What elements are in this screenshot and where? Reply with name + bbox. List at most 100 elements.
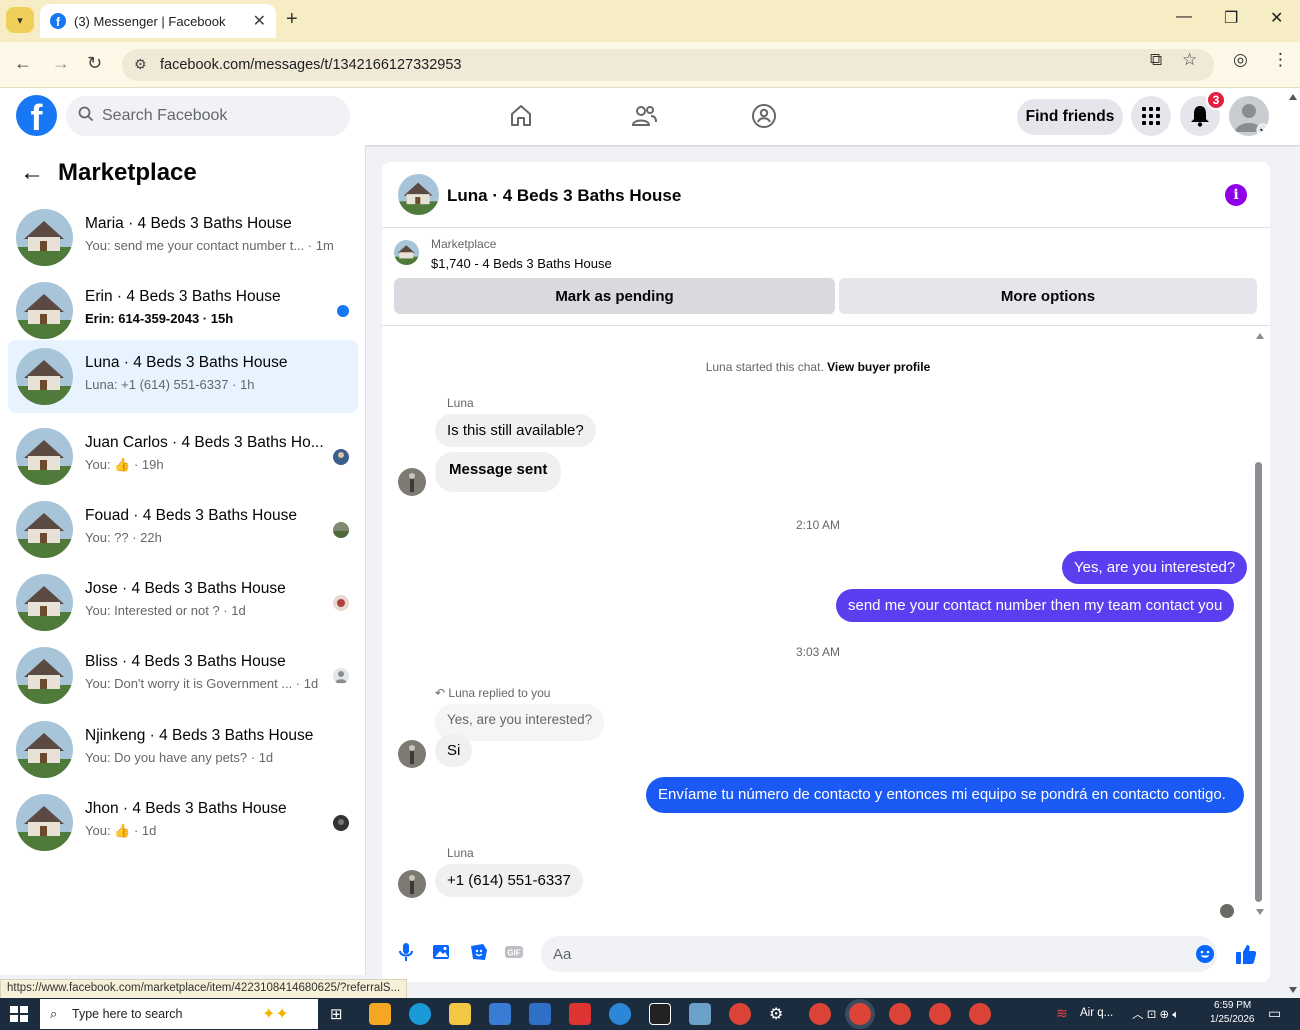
chrome-active-icon[interactable] [849, 1003, 871, 1025]
account-avatar[interactable] [1229, 96, 1269, 136]
page-scroll-up-icon[interactable] [1288, 93, 1298, 101]
system-tray-icons[interactable]: ︿ ⊡ ⊕ 🔈︎ [1132, 1006, 1179, 1022]
clock-time[interactable]: 6:59 PM [1214, 1000, 1251, 1011]
conversation-snippet: You: Interested or not ? · 1d [85, 603, 246, 618]
conversation-name: Erin · 4 Beds 3 Baths House [85, 288, 281, 305]
emoji-icon[interactable] [1195, 944, 1215, 964]
facebook-search-input[interactable]: Search Facebook [66, 96, 350, 136]
minimize-button[interactable]: — [1176, 8, 1192, 26]
file-explorer-icon[interactable] [449, 1003, 471, 1025]
site-info-icon[interactable]: ⚙ [134, 56, 147, 73]
chrome-icon[interactable] [969, 1003, 991, 1025]
conversation-item-erin[interactable]: Erin · 4 Beds 3 Baths House Erin: 614-35… [8, 274, 358, 347]
outgoing-message[interactable]: Envíame tu número de contacto y entonces… [646, 777, 1244, 813]
default-avatar-icon [1235, 104, 1269, 136]
sender-avatar[interactable] [398, 468, 426, 496]
browser-tab[interactable]: f (3) Messenger | Facebook ✕ [40, 4, 276, 38]
reply-notice-text: Luna replied to you [448, 686, 551, 700]
taskbar-search-input[interactable]: ⌕ Type here to search ✦✦ [40, 999, 318, 1029]
settings-gear-icon[interactable]: ⚙ [769, 1004, 783, 1024]
profile-icon[interactable]: ◎ [1233, 50, 1248, 70]
restore-button[interactable]: ❐ [1224, 8, 1238, 28]
weather-text[interactable]: Air q... [1080, 1007, 1113, 1019]
scroll-down-icon[interactable] [1255, 908, 1265, 916]
conversation-item-njinkeng[interactable]: Njinkeng · 4 Beds 3 Baths House You: Do … [8, 713, 358, 786]
copilot-icon[interactable] [369, 1003, 391, 1025]
clock-date[interactable]: 1/25/2026 [1210, 1014, 1255, 1025]
listing-price[interactable]: $1,740 - 4 Beds 3 Baths House [431, 256, 612, 271]
notification-badge: 3 [1206, 90, 1226, 110]
photo-icon[interactable] [432, 942, 452, 962]
sticker-icon[interactable] [469, 942, 489, 962]
mail-icon[interactable] [529, 1003, 551, 1025]
facebook-logo-icon[interactable]: f [16, 95, 57, 136]
incoming-message[interactable]: Is this still available? [435, 414, 596, 447]
outgoing-message[interactable]: Yes, are you interested? [1062, 551, 1248, 584]
notification-center-icon[interactable]: ▭ [1268, 1005, 1281, 1022]
like-thumbs-up-icon[interactable] [1235, 943, 1257, 965]
conversation-item-jose[interactable]: Jose · 4 Beds 3 Baths House You: Interes… [8, 566, 358, 639]
close-window-button[interactable]: ✕ [1270, 8, 1283, 28]
mark-as-pending-button[interactable]: Mark as pending [394, 278, 835, 314]
edge-icon[interactable] [409, 1003, 431, 1025]
chrome-icon[interactable] [729, 1003, 751, 1025]
windows-start-icon[interactable] [10, 1006, 28, 1022]
seen-avatar [333, 668, 349, 684]
view-buyer-profile-link[interactable]: View buyer profile [827, 360, 930, 374]
chat-scrollbar[interactable] [1255, 462, 1262, 902]
back-arrow-icon[interactable]: ← [14, 53, 32, 74]
reload-icon[interactable]: ↻ [87, 53, 102, 74]
groups-icon[interactable] [750, 102, 778, 130]
conversation-item-jhon[interactable]: Jhon · 4 Beds 3 Baths House You: 👍 · 1d [8, 786, 358, 859]
chat-house-thumbnail[interactable] [398, 174, 439, 215]
conversation-name: Jose · 4 Beds 3 Baths House [85, 580, 286, 597]
forward-arrow-icon[interactable]: → [52, 53, 70, 74]
taskbar-search-placeholder: Type here to search [72, 1007, 183, 1021]
house-thumbnail [16, 501, 73, 558]
incoming-message[interactable]: +1 (614) 551-6337 [435, 864, 583, 897]
tab-search-button[interactable]: ▾ [6, 7, 34, 33]
chrome-icon[interactable] [929, 1003, 951, 1025]
store-icon[interactable] [489, 1003, 511, 1025]
chat-title[interactable]: Luna · 4 Beds 3 Baths House [447, 186, 681, 206]
message-input[interactable]: Aa [541, 936, 1217, 972]
capcut-icon[interactable] [649, 1003, 671, 1025]
more-options-button[interactable]: More options [839, 278, 1257, 314]
sender-avatar[interactable] [398, 870, 426, 898]
listing-thumbnail[interactable] [394, 240, 419, 265]
conversation-name: Njinkeng · 4 Beds 3 Baths House [85, 727, 314, 744]
house-thumbnail [16, 282, 73, 339]
conversation-item-juan-carlos[interactable]: Juan Carlos · 4 Beds 3 Baths Ho... You: … [8, 420, 358, 493]
app-icon[interactable] [569, 1003, 591, 1025]
incoming-message[interactable]: Si [435, 734, 473, 767]
outgoing-message[interactable]: send me your contact number then my team… [836, 589, 1235, 622]
task-view-icon[interactable]: ⊞ [330, 1005, 343, 1023]
address-bar[interactable]: ⚙ facebook.com/messages/t/13421661273329… [122, 49, 1214, 81]
back-arrow-icon[interactable]: ← [20, 159, 44, 187]
address-url: facebook.com/messages/t/1342166127332953 [160, 57, 462, 73]
sender-avatar[interactable] [398, 740, 426, 768]
conversation-item-bliss[interactable]: Bliss · 4 Beds 3 Baths House You: Don't … [8, 639, 358, 712]
friends-icon[interactable] [630, 102, 658, 130]
browser-menu-icon[interactable]: ⋮ [1272, 50, 1289, 70]
bookmark-star-icon[interactable]: ☆ [1182, 50, 1197, 70]
scroll-up-icon[interactable] [1255, 332, 1265, 340]
app-icon[interactable] [609, 1003, 631, 1025]
conversation-item-maria[interactable]: Maria · 4 Beds 3 Baths House You: send m… [8, 201, 358, 274]
microphone-icon[interactable] [396, 942, 416, 962]
info-icon[interactable]: i [1225, 184, 1247, 206]
chrome-icon[interactable] [889, 1003, 911, 1025]
close-tab-icon[interactable]: ✕ [253, 11, 266, 31]
home-icon[interactable] [507, 102, 535, 130]
conversation-item-luna[interactable]: Luna · 4 Beds 3 Baths House Luna: +1 (61… [8, 340, 358, 413]
install-app-icon[interactable]: ⧉ [1150, 50, 1162, 70]
find-friends-button[interactable]: Find friends [1017, 99, 1123, 135]
incoming-message[interactable]: Message sent [435, 452, 562, 492]
new-tab-button[interactable]: + [286, 8, 298, 31]
page-scroll-down-icon[interactable] [1288, 986, 1298, 994]
notepad-icon[interactable] [689, 1003, 711, 1025]
conversation-item-fouad[interactable]: Fouad · 4 Beds 3 Baths House You: ?? · 2… [8, 493, 358, 566]
chrome-icon[interactable] [809, 1003, 831, 1025]
gif-icon[interactable]: GIF [504, 942, 524, 962]
menu-grid-button[interactable] [1131, 96, 1171, 136]
